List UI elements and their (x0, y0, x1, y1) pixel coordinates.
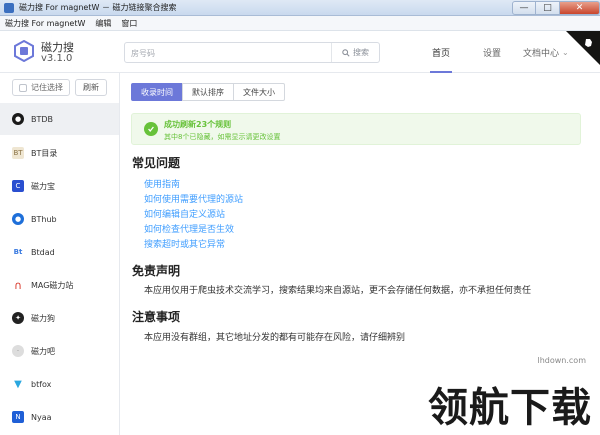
sidebar-item-label: Btdad (31, 247, 55, 257)
nav-settings[interactable]: 设置 (483, 31, 501, 73)
window-controls: — □ ✕ (512, 0, 600, 16)
search-input[interactable] (131, 46, 321, 60)
dog-icon: ✦ (12, 312, 24, 324)
sidebar-item-label: BThub (31, 214, 57, 224)
success-alert: 成功刷新23个规则 其中8个已隐藏，如需显示请更改设置 (131, 113, 581, 145)
ciliba-icon: · (12, 345, 24, 357)
menu-edit[interactable]: 编辑 (90, 18, 116, 29)
search-icon (342, 48, 350, 57)
faq-link-proxy-sources[interactable]: 如何使用需要代理的源站 (144, 192, 243, 205)
menu-app[interactable]: 磁力搜 For magnetW (0, 18, 90, 29)
sidebar-item-label: BTDB (31, 114, 54, 124)
notice-text: 本应用没有群组，其它地址分发的都有可能存在风险，请仔细辨别 (144, 333, 406, 343)
sidebar-item-btdad[interactable]: Bt Btdad (0, 236, 119, 268)
search-box: 搜索 (124, 42, 380, 63)
sidebar-item-ciliba[interactable]: · 磁力吧 (0, 335, 119, 367)
sidebar-item-label: MAG磁力站 (31, 280, 74, 290)
maximize-button[interactable]: □ (536, 0, 560, 15)
notice-heading: 注意事项 (132, 310, 181, 324)
menubar: 磁力搜 For magnetW 编辑 窗口 (0, 16, 600, 31)
minimize-button[interactable]: — (512, 0, 536, 15)
fox-icon: ▼ (14, 378, 22, 390)
disclaimer-text: 本应用仅用于爬虫技术交流学习，搜索结果均来自源站，更不会存储任何数据，亦不承担任… (144, 286, 532, 296)
sidebar-item-nyaa[interactable]: N Nyaa (0, 401, 119, 433)
nav-docs[interactable]: 文档中心 ⌄ (523, 31, 569, 73)
sort-tabs: 收录时间 默认排序 文件大小 (131, 83, 285, 101)
sidebar-item-cilibao[interactable]: C 磁力宝 (0, 170, 119, 202)
sidebar-item-label: 磁力吧 (31, 346, 55, 356)
close-button[interactable]: ✕ (560, 0, 600, 15)
refresh-button[interactable]: 刷新 (75, 79, 107, 96)
watermark-url: lhdown.com (537, 356, 586, 365)
sidebar-item-bthub[interactable]: ● BThub (0, 203, 119, 235)
checkbox-box (19, 83, 27, 92)
sidebar-item-label: BT目录 (31, 148, 58, 158)
search-button-label: 搜索 (353, 48, 369, 57)
tab-sort-size[interactable]: 文件大小 (233, 83, 285, 101)
github-corner-shape (566, 31, 600, 65)
alert-description: 其中8个已隐藏，如需显示请更改设置 (164, 133, 281, 141)
nav-settings-label: 设置 (483, 48, 502, 59)
check-circle-icon (144, 122, 158, 136)
magnet-icon: ∩ (13, 278, 23, 292)
watermark-brand: 领航下载 (428, 385, 592, 431)
sidebar-item-ciligou[interactable]: ✦ 磁力狗 (0, 302, 119, 334)
sidebar-item-bt-catalog[interactable]: BT BT目录 (0, 137, 119, 169)
sidebar-item-btdb[interactable]: ● BTDB (0, 103, 119, 135)
btdb-icon: ● (12, 113, 24, 125)
sidebar-item-mag[interactable]: ∩ MAG磁力站 (0, 269, 119, 301)
tab-sort-time[interactable]: 收录时间 (131, 83, 183, 101)
sidebar-item-label: 磁力狗 (31, 313, 55, 323)
app-logo-icon (14, 40, 34, 62)
sidebar-item-label: 磁力宝 (31, 181, 55, 191)
btdad-icon: Bt (13, 248, 23, 256)
tab-sort-default[interactable]: 默认排序 (182, 83, 234, 101)
disclaimer-heading: 免责声明 (132, 264, 181, 278)
sidebar-item-label: btfox (31, 379, 52, 389)
github-corner-icon[interactable] (566, 31, 600, 65)
app-icon (4, 2, 14, 13)
window-title: 磁力搜 For magnetW － 磁力链接聚合搜索 (19, 3, 177, 12)
nav-home-label: 首页 (432, 48, 451, 59)
brand-version: v3.1.0 (41, 53, 73, 64)
faq-link-timeout[interactable]: 搜索超时或其它异常 (144, 237, 225, 250)
faq-heading: 常见问题 (132, 156, 181, 170)
nav-home[interactable]: 首页 (429, 31, 453, 73)
window-titlebar: 磁力搜 For magnetW － 磁力链接聚合搜索 — □ ✕ (0, 0, 600, 16)
alert-title: 成功刷新23个规则 (164, 120, 232, 129)
app-header: 磁力搜 v3.1.0 搜索 首页 设置 文档中心 ⌄ (0, 31, 600, 73)
search-button[interactable]: 搜索 (331, 43, 379, 62)
menu-window[interactable]: 窗口 (116, 18, 142, 29)
remember-selection-checkbox[interactable]: 记住选择 (12, 79, 70, 96)
faq-link-edit-sources[interactable]: 如何编辑自定义源站 (144, 207, 225, 220)
faq-link-guide[interactable]: 使用指南 (144, 177, 180, 190)
nav-docs-label: 文档中心 (523, 48, 560, 59)
faq-link-check-proxy[interactable]: 如何检查代理是否生效 (144, 222, 234, 235)
bt-catalog-icon: BT (12, 147, 24, 159)
cilibao-icon: C (12, 180, 24, 192)
nyaa-icon: N (12, 411, 24, 423)
sidebar-item-label: Nyaa (31, 412, 52, 422)
sidebar: 记住选择 刷新 ● BTDB BT BT目录 C 磁力宝 ● BThub Bt … (0, 73, 120, 435)
sidebar-item-btfox[interactable]: ▼ btfox (0, 368, 119, 400)
bthub-icon: ● (12, 213, 24, 225)
remember-selection-label: 记住选择 (31, 83, 63, 92)
